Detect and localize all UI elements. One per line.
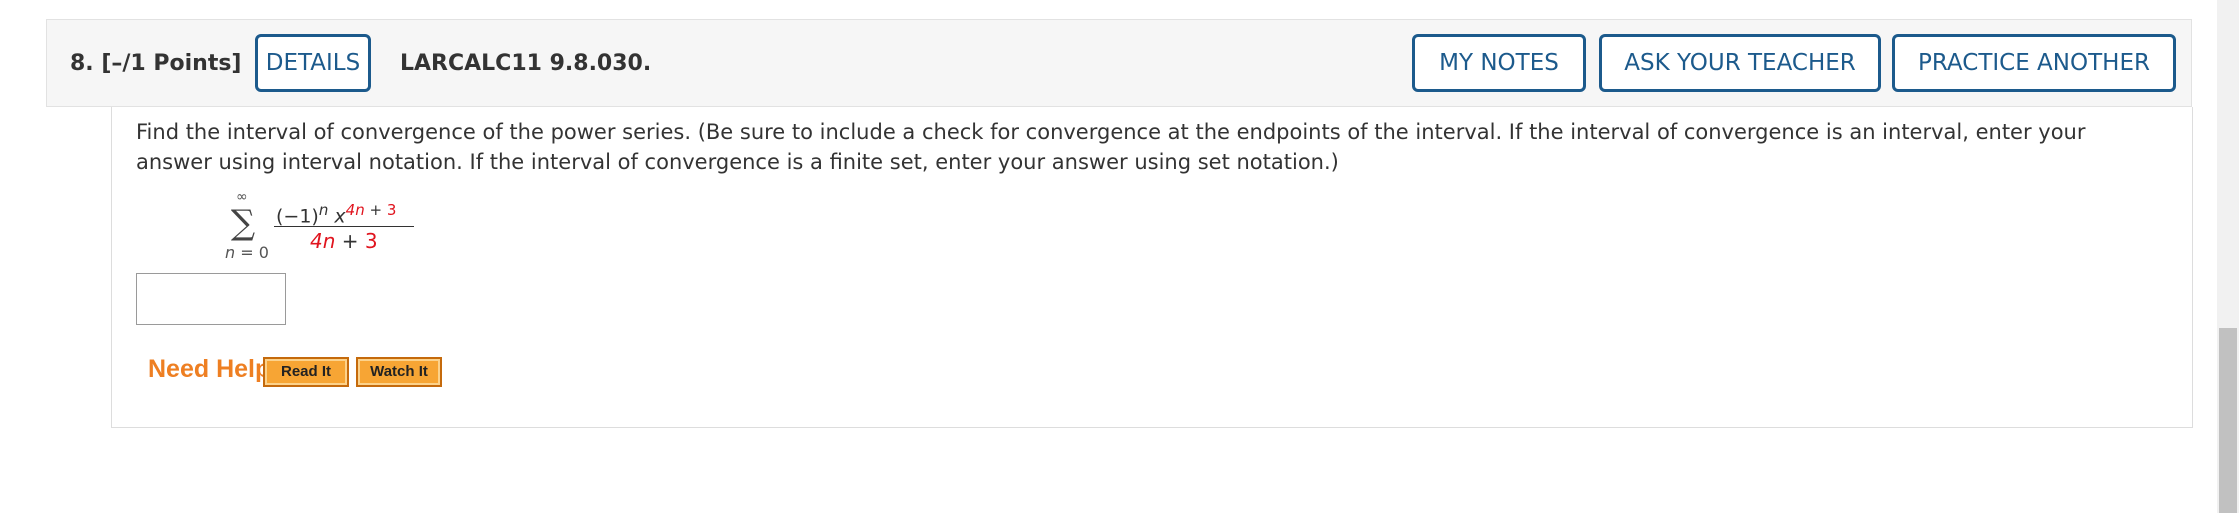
ask-your-teacher-button[interactable]: ASK YOUR TEACHER (1599, 34, 1881, 92)
sum-lower-limit: n = 0 (225, 243, 269, 262)
watch-it-button[interactable]: Watch It (356, 357, 442, 387)
read-it-button[interactable]: Read It (263, 357, 349, 387)
details-button[interactable]: DETAILS (255, 34, 371, 92)
series-numerator: (−1)n x4n + 3 (276, 201, 397, 228)
scrollbar-thumb[interactable] (2219, 328, 2237, 513)
answer-input[interactable] (136, 273, 286, 325)
problem-code: LARCALC11 9.8.030. (400, 51, 652, 76)
practice-another-button[interactable]: PRACTICE ANOTHER (1892, 34, 2176, 92)
summation-sign: ∑ (230, 203, 256, 243)
question-number-points: 8. [–/1 Points] (70, 51, 242, 76)
fraction-bar (274, 226, 414, 227)
question-instructions: Find the interval of convergence of the … (136, 120, 2086, 174)
question-header: 8. [–/1 Points] DETAILS LARCALC11 9.8.03… (46, 19, 2192, 107)
question-body: Find the interval of convergence of the … (111, 107, 2193, 428)
my-notes-button[interactable]: MY NOTES (1412, 34, 1586, 92)
series-denominator: 4n + 3 (310, 229, 378, 253)
